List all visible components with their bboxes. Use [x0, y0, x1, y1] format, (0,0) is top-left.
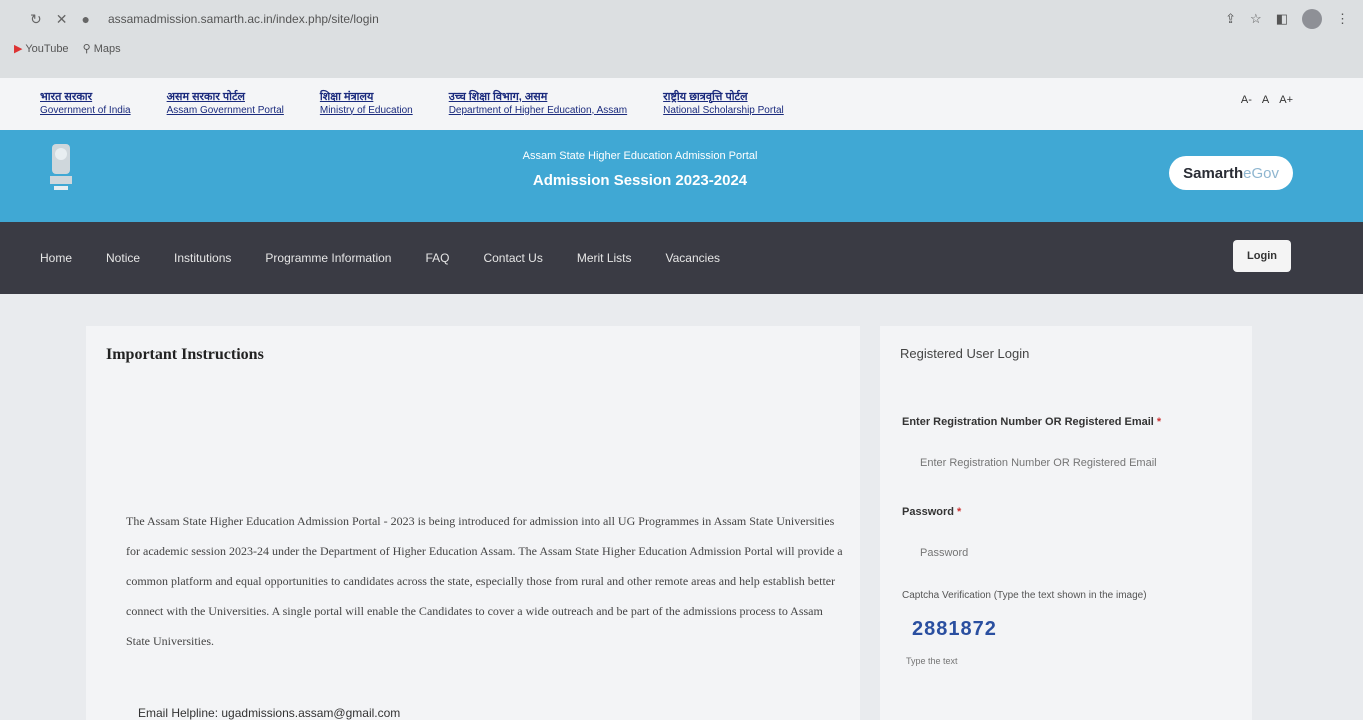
star-icon[interactable]: ☆	[1250, 11, 1262, 27]
session-title: Admission Session 2023-2024	[532, 172, 748, 189]
portal-title: Assam State Higher Education Admission P…	[522, 150, 758, 162]
gov-link-assam[interactable]: असम सरकार पोर्टल Assam Government Portal	[167, 91, 284, 117]
browser-toolbar: ↻ ✕ ● assamadmission.samarth.ac.in/index…	[30, 6, 1349, 32]
browser-actions: ⇪ ☆ ◧ ⋮	[1225, 9, 1349, 29]
nav-notice[interactable]: Notice	[106, 251, 140, 265]
address-bar[interactable]: assamadmission.samarth.ac.in/index.php/s…	[108, 12, 379, 26]
password-input[interactable]	[902, 536, 1222, 570]
bookmark-maps[interactable]: ⚲ Maps	[83, 42, 121, 55]
youtube-icon: ▶	[14, 43, 23, 55]
nav-home[interactable]: Home	[40, 251, 72, 265]
bookmarks-bar: ▶ YouTube ⚲ Maps	[14, 42, 121, 55]
instructions-heading: Important Instructions	[106, 346, 264, 363]
gov-link-higher-education[interactable]: उच्च शिक्षा विभाग, असम Department of High…	[449, 91, 627, 117]
maps-icon: ⚲	[82, 43, 91, 55]
nav-faq[interactable]: FAQ	[425, 251, 449, 265]
email-helpline[interactable]: Email Helpline: ugadmissions.assam@gmail…	[138, 706, 400, 720]
nav-contact-us[interactable]: Contact Us	[483, 251, 542, 265]
font-reset-button[interactable]: A	[1262, 94, 1269, 106]
banner-title-block: Assam State Higher Education Admission P…	[480, 150, 800, 189]
browser-chrome: ↻ ✕ ● assamadmission.samarth.ac.in/index…	[0, 0, 1363, 78]
samarth-logo[interactable]: Samarth eGov	[1169, 156, 1293, 190]
font-size-controls: A- A A+	[1241, 94, 1293, 106]
profile-avatar[interactable]	[1302, 9, 1322, 29]
login-button[interactable]: Login	[1233, 240, 1291, 272]
font-increase-button[interactable]: A+	[1279, 94, 1293, 106]
nav-vacancies[interactable]: Vacancies	[666, 251, 720, 265]
nav-merit-lists[interactable]: Merit Lists	[577, 251, 632, 265]
gov-link-education[interactable]: शिक्षा मंत्रालय Ministry of Education	[320, 91, 413, 117]
registration-input[interactable]	[902, 446, 1222, 480]
main-content: Important Instructions The Assam State H…	[0, 294, 1363, 720]
registration-label: Enter Registration Number OR Registered …	[902, 416, 1162, 428]
password-label: Password *	[902, 506, 962, 518]
portal-banner: Assam State Higher Education Admission P…	[0, 130, 1363, 222]
share-icon[interactable]: ⇪	[1225, 11, 1236, 27]
state-emblem-icon	[50, 144, 72, 190]
nav-institutions[interactable]: Institutions	[174, 251, 231, 265]
instructions-card: Important Instructions The Assam State H…	[86, 326, 860, 720]
captcha-image: 2881872	[912, 618, 997, 640]
close-icon[interactable]: ✕	[56, 11, 68, 28]
site-info-icon[interactable]: ●	[81, 11, 89, 27]
bookmark-youtube[interactable]: ▶ YouTube	[14, 42, 69, 55]
login-card: Registered User Login Enter Registration…	[880, 326, 1252, 720]
reload-icon[interactable]: ↻	[30, 11, 42, 28]
captcha-label: Captcha Verification (Type the text show…	[902, 590, 1147, 601]
main-navbar: Home Notice Institutions Programme Infor…	[0, 222, 1363, 294]
captcha-input[interactable]	[906, 656, 1106, 666]
sidepanel-icon[interactable]: ◧	[1276, 11, 1288, 27]
instructions-text: The Assam State Higher Education Admissi…	[126, 514, 843, 648]
gov-links-bar: भारत सरकार Government of India असम सरकार …	[0, 78, 1363, 130]
login-title: Registered User Login	[900, 346, 1030, 361]
nav-programme-information[interactable]: Programme Information	[265, 251, 391, 265]
menu-icon[interactable]: ⋮	[1336, 11, 1349, 27]
gov-link-scholarship[interactable]: राष्ट्रीय छात्रवृत्ति पोर्टल National Sch…	[663, 91, 784, 117]
font-decrease-button[interactable]: A-	[1241, 94, 1252, 106]
gov-link-india[interactable]: भारत सरकार Government of India	[40, 91, 131, 117]
